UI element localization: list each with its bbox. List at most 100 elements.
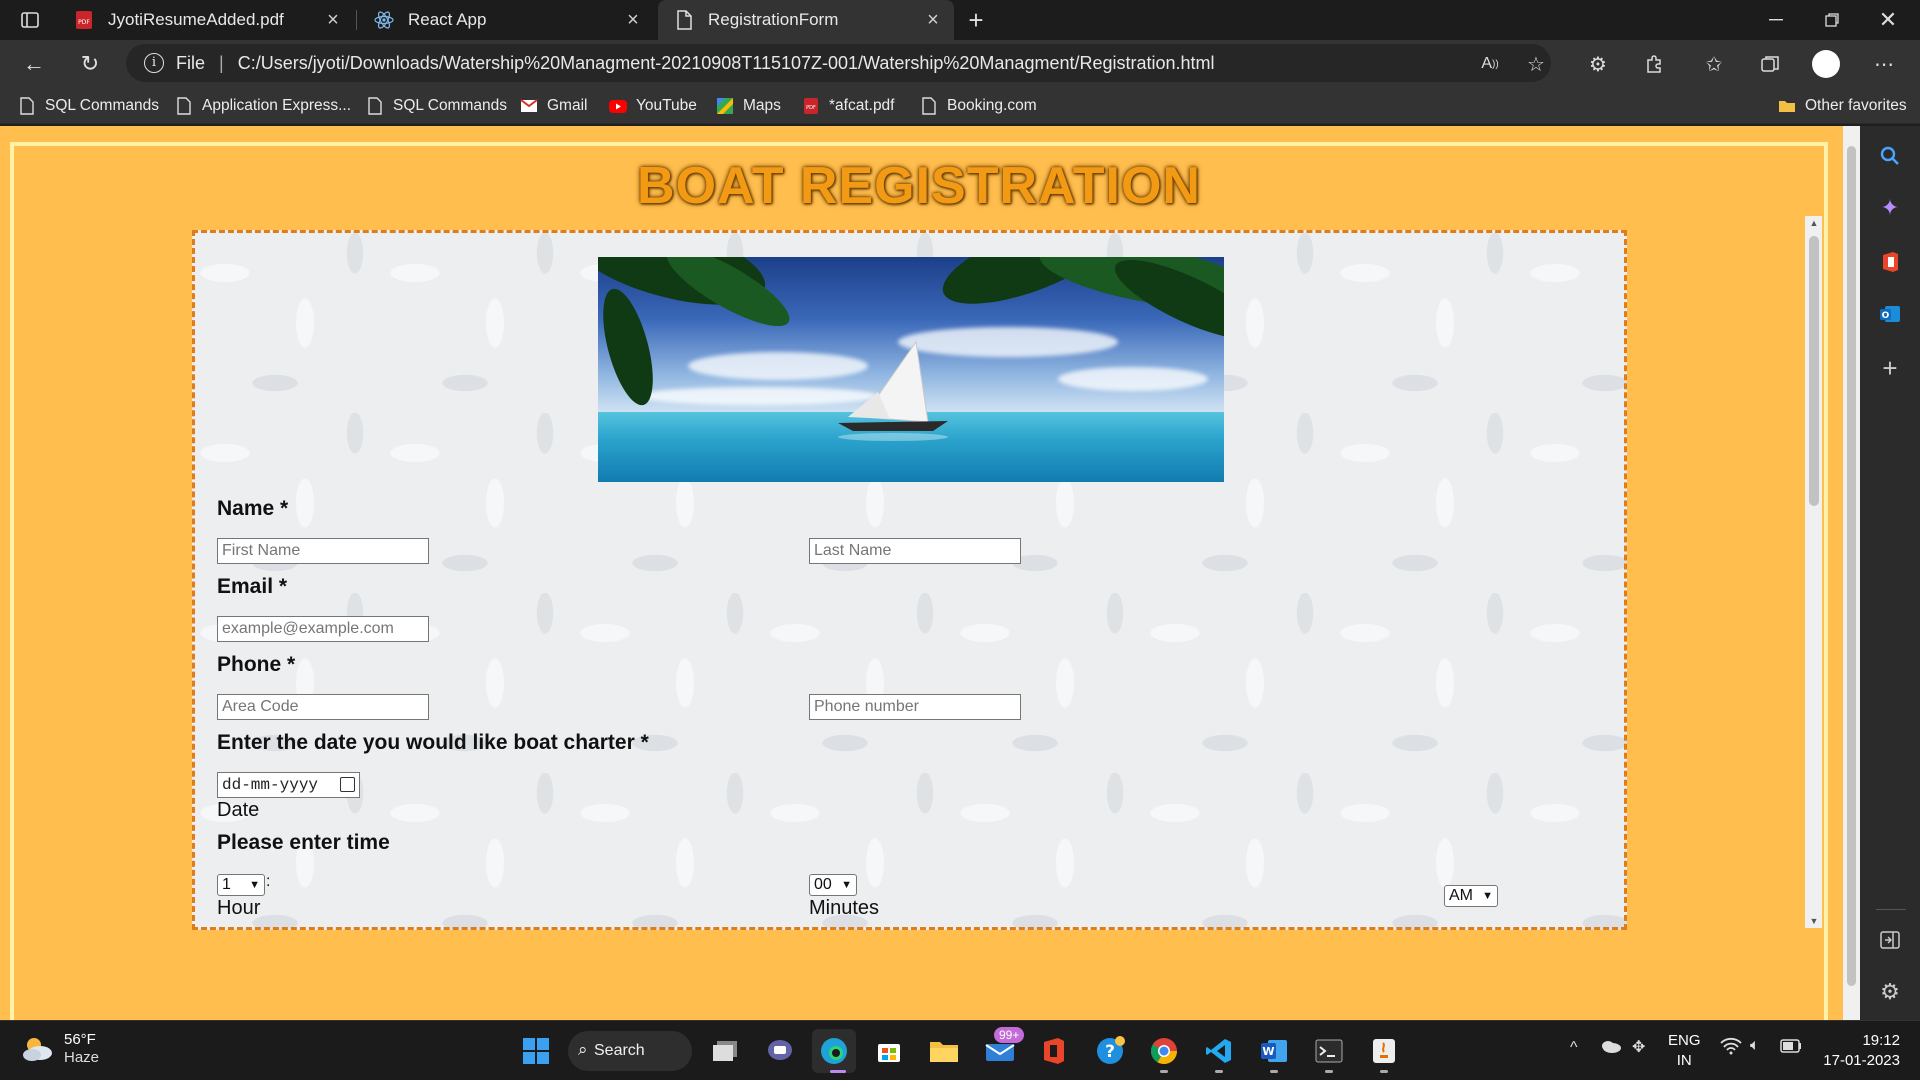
page-scrollbar[interactable] — [1843, 126, 1860, 1020]
back-icon[interactable]: ← — [16, 46, 52, 82]
vscode-icon[interactable] — [1197, 1029, 1241, 1073]
hide-sidebar-icon[interactable] — [1872, 922, 1908, 958]
read-aloud-icon[interactable]: A)) — [1472, 46, 1508, 82]
form-scrollbar[interactable]: ▲ ▼ — [1805, 216, 1822, 928]
running-indicator — [1160, 1070, 1168, 1073]
bookmark-maps[interactable]: Maps — [716, 94, 781, 118]
charter-date-input[interactable]: dd-mm-yyyy — [217, 772, 360, 798]
running-indicator — [1380, 1070, 1388, 1073]
minutes-select[interactable]: 00 ▼ — [809, 874, 857, 896]
outlook-icon[interactable]: O — [1872, 296, 1908, 332]
last-name-input[interactable] — [809, 538, 1021, 564]
clock[interactable]: 19:12 17-01-2023 — [1800, 1031, 1900, 1071]
start-icon[interactable] — [514, 1029, 558, 1073]
add-sidebar-item-icon[interactable]: + — [1872, 350, 1908, 386]
refresh-icon[interactable]: ↻ — [72, 46, 108, 82]
extensions-icon[interactable] — [1636, 46, 1672, 82]
bookmark-afcat-pdf[interactable]: PDF *afcat.pdf — [802, 94, 895, 118]
chevron-down-icon: ▼ — [249, 879, 260, 891]
edge-sidebar: ✦ O + ⚙ — [1860, 126, 1920, 1020]
store-icon[interactable] — [867, 1029, 911, 1073]
tab-registration-form[interactable]: RegistrationForm × — [658, 0, 954, 40]
language-indicator[interactable]: ENG IN — [1668, 1031, 1701, 1071]
bookmark-label: SQL Commands — [45, 97, 159, 114]
charter-date-label: Enter the date you would like boat chart… — [217, 731, 649, 754]
onedrive-icon[interactable] — [1600, 1039, 1622, 1058]
sidebar-settings-icon[interactable]: ⚙ — [1872, 974, 1908, 1010]
bookmark-youtube[interactable]: YouTube — [609, 94, 697, 118]
bookmark-gmail[interactable]: Gmail — [520, 94, 587, 118]
chrome-icon[interactable] — [1142, 1029, 1186, 1073]
hour-value: 1 — [222, 876, 231, 893]
volume-icon[interactable]: 🔈︎ — [1750, 1037, 1760, 1055]
tab-react-app[interactable]: React App × — [358, 0, 654, 40]
office-taskbar-icon[interactable] — [1032, 1029, 1076, 1073]
scheme-label: File — [176, 52, 206, 73]
am-pm-select[interactable]: AM ▼ — [1444, 885, 1498, 907]
close-tab-icon[interactable]: × — [922, 9, 944, 31]
clock-date: 17-01-2023 — [1823, 1052, 1900, 1069]
close-window-icon[interactable]: ✕ — [1860, 0, 1916, 40]
battery-icon[interactable] — [1780, 1039, 1802, 1058]
search-icon[interactable] — [1872, 138, 1908, 174]
time-label: Please enter time — [217, 831, 390, 854]
area-code-input[interactable] — [217, 694, 429, 720]
edge-taskbar-icon[interactable] — [812, 1029, 856, 1073]
close-tab-icon[interactable]: × — [622, 9, 644, 31]
wifi-icon[interactable] — [1720, 1037, 1742, 1060]
tab-jyoti-resume[interactable]: PDF JyotiResumeAdded.pdf × — [58, 0, 354, 40]
task-view-icon[interactable] — [703, 1029, 747, 1073]
teams-chat-icon[interactable] — [758, 1029, 802, 1073]
bookmark-booking[interactable]: Booking.com — [920, 94, 1037, 118]
show-hidden-icons[interactable]: ^ — [1570, 1039, 1578, 1057]
pdf-icon: PDF — [802, 97, 820, 115]
word-icon[interactable]: W — [1252, 1029, 1296, 1073]
url-text[interactable]: C:/Users/jyoti/Downloads/Watership%20Man… — [238, 53, 1215, 74]
add-favorite-icon[interactable]: ☆ — [1518, 46, 1554, 82]
minimize-icon[interactable] — [1748, 0, 1804, 40]
new-tab-icon[interactable]: + — [956, 0, 996, 40]
info-icon[interactable]: i — [144, 53, 164, 73]
extension-settings-icon[interactable]: ⚙ — [1580, 46, 1616, 82]
am-pm-value: AM — [1449, 887, 1473, 904]
tab-title: RegistrationForm — [708, 10, 839, 29]
office-icon[interactable] — [1872, 244, 1908, 280]
file-explorer-icon[interactable] — [922, 1029, 966, 1073]
tab-strip: PDF JyotiResumeAdded.pdf × React App × R… — [0, 0, 1920, 40]
profile-avatar[interactable] — [1808, 46, 1844, 82]
bookmark-application-express[interactable]: Application Express... — [175, 94, 351, 118]
running-indicator — [1215, 1070, 1223, 1073]
tab-actions-icon[interactable] — [10, 0, 50, 40]
more-menu-icon[interactable]: ⋯ — [1866, 46, 1902, 82]
copilot-icon[interactable]: ✦ — [1872, 190, 1908, 226]
email-input[interactable] — [217, 616, 429, 642]
mail-icon[interactable]: 99+ — [978, 1027, 1025, 1073]
dropbox-icon[interactable]: ✥ — [1632, 1037, 1645, 1057]
bookmark-label: Application Express... — [202, 97, 352, 114]
calendar-icon[interactable] — [340, 777, 355, 792]
hour-select[interactable]: 1 ▼ — [217, 874, 265, 896]
favorites-icon[interactable]: ✩ — [1696, 46, 1732, 82]
other-favorites[interactable]: Other favorites — [1778, 94, 1907, 118]
bookmark-sql-commands-2[interactable]: SQL Commands — [366, 94, 507, 118]
first-name-input[interactable] — [217, 538, 429, 564]
restore-icon[interactable] — [1804, 0, 1860, 40]
close-tab-icon[interactable]: × — [322, 9, 344, 31]
scroll-down-icon[interactable]: ▼ — [1809, 916, 1819, 926]
bookmark-sql-commands[interactable]: SQL Commands — [18, 94, 159, 118]
clock-time: 19:12 — [1862, 1032, 1900, 1049]
collections-icon[interactable] — [1752, 46, 1788, 82]
weather-widget[interactable]: 56°F Haze — [20, 1031, 99, 1067]
terminal-icon[interactable] — [1307, 1029, 1351, 1073]
help-icon[interactable]: ? — [1088, 1029, 1132, 1073]
scrollbar-thumb[interactable] — [1809, 236, 1819, 506]
page-icon — [175, 97, 193, 115]
svg-text:O: O — [1882, 311, 1890, 321]
address-bar[interactable]: i File | C:/Users/jyoti/Downloads/Waters… — [126, 44, 1551, 82]
java-icon[interactable] — [1362, 1029, 1406, 1073]
taskbar-search[interactable]: ⌕ Search — [568, 1031, 692, 1071]
scrollbar-thumb[interactable] — [1847, 146, 1856, 986]
scroll-up-icon[interactable]: ▲ — [1809, 218, 1819, 228]
phone-number-input[interactable] — [809, 694, 1021, 720]
tab-separator — [356, 10, 357, 30]
